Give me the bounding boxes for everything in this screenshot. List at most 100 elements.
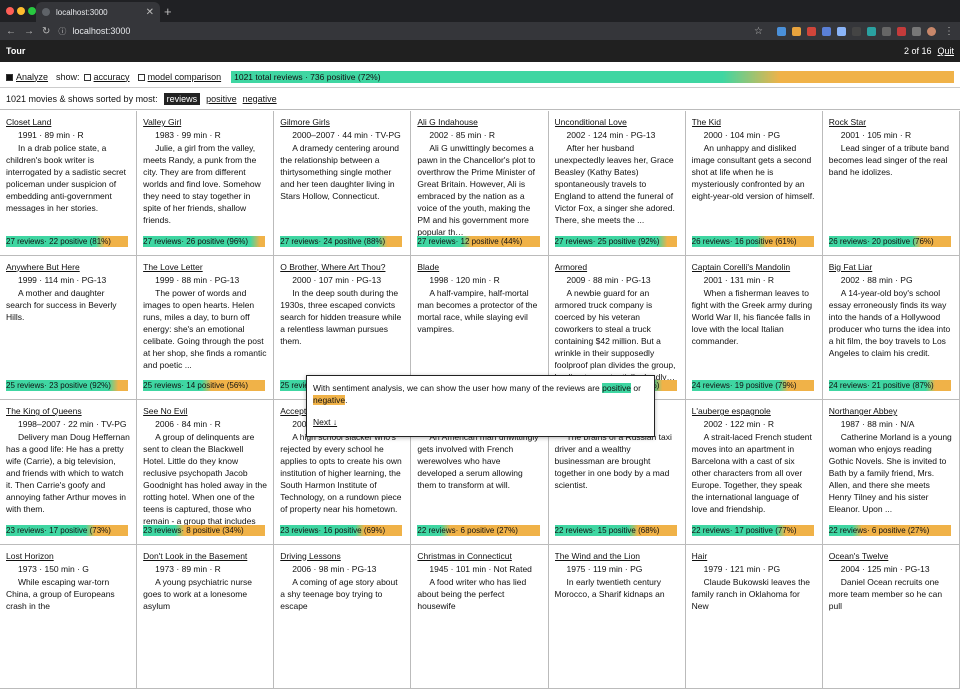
movie-card: Rock Star2001 · 105 min · RLead singer o… bbox=[823, 111, 960, 256]
movie-card: Ocean's Twelve 2004 · 125 min · PG-13 Dani… bbox=[823, 545, 960, 689]
movie-title-link[interactable]: Gilmore Girls bbox=[280, 117, 404, 127]
extension-icon[interactable] bbox=[777, 27, 786, 36]
movie-card: L'auberge espagnole2002 · 122 min · RA s… bbox=[686, 400, 823, 545]
sentiment-bar: 27 reviews· 22 positive (81%) bbox=[6, 236, 128, 247]
browser-menu-icon[interactable]: ⋮ bbox=[944, 26, 954, 37]
movie-meta: 2002 · 88 min · PG bbox=[841, 275, 953, 285]
info-icon[interactable]: ⓘ bbox=[58, 26, 66, 37]
movie-card: Captain Corelli's Mandolin2001 · 131 min… bbox=[686, 256, 823, 401]
sentiment-bar: 26 reviews· 16 positive (61%) bbox=[692, 236, 814, 247]
movie-title-link[interactable]: Don't Look in the Basement bbox=[143, 551, 267, 561]
extension-icon[interactable] bbox=[852, 27, 861, 36]
movie-description: Daniel Ocean recruits one more team memb… bbox=[829, 576, 953, 672]
sentiment-bar-text: 27 reviews· 24 positive (88%) bbox=[280, 237, 385, 246]
movie-title-link[interactable]: Blade bbox=[417, 262, 541, 272]
sort-positive-option[interactable]: positive bbox=[206, 94, 237, 104]
movie-description: A 14-year-old boy's school essay erroneo… bbox=[829, 287, 953, 383]
tab-close-icon[interactable]: ✕ bbox=[146, 7, 154, 18]
new-tab-button[interactable]: + bbox=[164, 4, 172, 19]
movie-card: Gilmore Girls2000–2007 · 44 min · TV-PGA… bbox=[274, 111, 411, 256]
extension-icon[interactable] bbox=[822, 27, 831, 36]
movie-card: Anywhere But Here1999 · 114 min · PG-13A… bbox=[0, 256, 137, 401]
movie-title-link[interactable]: Lost Horizon bbox=[6, 551, 130, 561]
quit-link[interactable]: Quit bbox=[937, 46, 954, 56]
accuracy-checkbox[interactable] bbox=[84, 74, 91, 81]
analyze-checkbox[interactable] bbox=[6, 74, 13, 81]
movie-card: Don't Look in the Basement 1973 · 89 min … bbox=[137, 545, 274, 689]
extension-icon[interactable] bbox=[912, 27, 921, 36]
movie-title-link[interactable]: Armored bbox=[555, 262, 679, 272]
analyze-toggle[interactable]: Analyze bbox=[6, 72, 48, 82]
movie-title-link[interactable]: Driving Lessons bbox=[280, 551, 404, 561]
movie-description: Catherine Morland is a young woman who e… bbox=[829, 431, 953, 527]
movie-title-link[interactable]: Christmas in Connecticut bbox=[417, 551, 541, 561]
movie-title-link[interactable]: Valley Girl bbox=[143, 117, 267, 127]
popup-or: or bbox=[633, 383, 641, 393]
movie-meta: 1998–2007 · 22 min · TV-PG bbox=[18, 419, 130, 429]
back-icon[interactable]: ← bbox=[6, 26, 16, 37]
next-button[interactable]: Next ↓ bbox=[313, 416, 337, 428]
movie-card: Northanger Abbey1987 · 88 min · N/ACathe… bbox=[823, 400, 960, 545]
minimize-window-icon[interactable] bbox=[17, 7, 25, 15]
sentiment-bar: 24 reviews· 21 positive (87%) bbox=[829, 380, 951, 391]
browser-tab[interactable]: localhost:3000 ✕ bbox=[36, 2, 160, 22]
movie-title-link[interactable]: See No Evil bbox=[143, 406, 267, 416]
movie-title-link[interactable]: L'auberge espagnole bbox=[692, 406, 816, 416]
movie-title-link[interactable]: Big Fat Liar bbox=[829, 262, 953, 272]
tour-step: 2 of 16 bbox=[904, 46, 932, 56]
movie-description: An American man unwittingly gets involve… bbox=[417, 431, 541, 527]
extension-icon[interactable] bbox=[897, 27, 906, 36]
bookmark-star-icon[interactable]: ☆ bbox=[754, 26, 763, 37]
profile-avatar[interactable] bbox=[927, 27, 936, 36]
sentiment-bar: 22 reviews· 17 positive (77%) bbox=[692, 525, 814, 536]
movie-meta: 1973 · 89 min · R bbox=[155, 564, 267, 574]
extension-icon[interactable] bbox=[837, 27, 846, 36]
accuracy-toggle[interactable]: accuracy bbox=[84, 72, 130, 82]
movie-title-link[interactable]: Captain Corelli's Mandolin bbox=[692, 262, 816, 272]
movie-title-link[interactable]: Ali G Indahouse bbox=[417, 117, 541, 127]
movie-title-link[interactable]: Anywhere But Here bbox=[6, 262, 130, 272]
movie-meta: 2000–2007 · 44 min · TV-PG bbox=[292, 130, 404, 140]
extension-icon[interactable] bbox=[792, 27, 801, 36]
movie-title-link[interactable]: Closet Land bbox=[6, 117, 130, 127]
extension-icon[interactable] bbox=[867, 27, 876, 36]
sentiment-bar: 23 reviews· 16 positive (69%) bbox=[280, 525, 402, 536]
movie-description: While escaping war-torn China, a group o… bbox=[6, 576, 130, 672]
movie-title-link[interactable]: Northanger Abbey bbox=[829, 406, 953, 416]
close-window-icon[interactable] bbox=[6, 7, 14, 15]
movie-title-link[interactable]: Rock Star bbox=[829, 117, 953, 127]
accuracy-label: accuracy bbox=[94, 72, 130, 82]
address-bar[interactable]: ⓘ localhost:3000 bbox=[58, 26, 754, 37]
movie-description: Claude Bukowski leaves the family ranch … bbox=[692, 576, 816, 672]
movie-title-link[interactable]: Hair bbox=[692, 551, 816, 561]
extension-icon[interactable] bbox=[882, 27, 891, 36]
movie-title-link[interactable]: O Brother, Where Art Thou? bbox=[280, 262, 404, 272]
movie-title-link[interactable]: The Love Letter bbox=[143, 262, 267, 272]
total-reviews-text: 1021 total reviews · 736 positive (72%) bbox=[234, 72, 380, 82]
total-sentiment-bar: 1021 total reviews · 736 positive (72%) bbox=[231, 71, 954, 83]
movie-card: Driving Lessons2006 · 98 min · PG-13A co… bbox=[274, 545, 411, 689]
movie-title-link[interactable]: Ocean's Twelve bbox=[829, 551, 953, 561]
movie-title-link[interactable]: The Kid bbox=[692, 117, 816, 127]
sentiment-bar-text: 23 reviews· 16 positive (69%) bbox=[280, 526, 385, 535]
sentiment-bar-text: 27 reviews· 26 positive (96%) bbox=[143, 237, 248, 246]
reload-icon[interactable]: ↻ bbox=[42, 26, 50, 37]
comparison-toggle[interactable]: model comparison bbox=[138, 72, 222, 82]
movie-meta: 2004 · 125 min · PG-13 bbox=[841, 564, 953, 574]
forward-icon[interactable]: → bbox=[24, 26, 34, 37]
movie-title-link[interactable]: The King of Queens bbox=[6, 406, 130, 416]
movie-meta: 1998 · 120 min · R bbox=[429, 275, 541, 285]
popup-period: . bbox=[345, 395, 347, 405]
popup-text: With sentiment analysis, we can show the… bbox=[313, 383, 600, 393]
sort-reviews-option[interactable]: reviews bbox=[164, 93, 201, 105]
comparison-label: model comparison bbox=[148, 72, 222, 82]
extension-icon[interactable] bbox=[807, 27, 816, 36]
sentiment-bar-text: 26 reviews· 20 positive (76%) bbox=[829, 237, 934, 246]
movie-title-link[interactable]: Unconditional Love bbox=[555, 117, 679, 127]
tour-bar: Tour 2 of 16Quit bbox=[0, 40, 960, 62]
maximize-window-icon[interactable] bbox=[28, 7, 36, 15]
comparison-checkbox[interactable] bbox=[138, 74, 145, 81]
sort-negative-option[interactable]: negative bbox=[243, 94, 277, 104]
movie-title-link[interactable]: The Wind and the Lion bbox=[555, 551, 679, 561]
sentiment-bar-text: 27 reviews· 25 positive (92%) bbox=[555, 237, 660, 246]
